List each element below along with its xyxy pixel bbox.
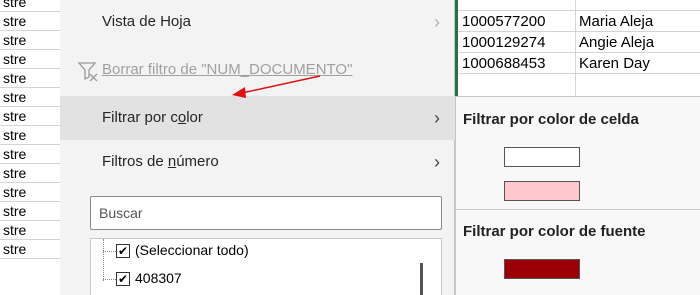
menu-item-clear-filter[interactable]: Borrar filtro de "NUM_DOCUMENTO" bbox=[60, 48, 455, 92]
chevron-right-icon: › bbox=[434, 12, 440, 32]
cell[interactable]: stre bbox=[0, 88, 60, 107]
menu-item-label: Borrar filtro de "NUM_DOCUMENTO" bbox=[102, 61, 353, 78]
cell-num-documento[interactable]: 1000688453 bbox=[458, 53, 575, 74]
cell[interactable]: stre bbox=[0, 240, 60, 259]
cell-nombre[interactable]: Maria Aleja bbox=[575, 11, 700, 32]
scrollbar-thumb[interactable] bbox=[420, 263, 423, 295]
chevron-right-icon: › bbox=[434, 152, 440, 172]
cell[interactable]: stre bbox=[0, 221, 60, 240]
cell[interactable]: stre bbox=[0, 202, 60, 221]
cell-nombre[interactable]: Karen Day bbox=[575, 53, 700, 74]
left-column: stre stre stre stre stre stre stre stre … bbox=[0, 0, 60, 295]
font-color-heading: Filtrar por color de fuente bbox=[463, 223, 646, 240]
divider bbox=[456, 209, 700, 210]
data-grid: 1000577200 Maria Aleja 1000129274 Angie … bbox=[455, 0, 700, 96]
cell-color-heading: Filtrar por color de celda bbox=[463, 111, 639, 128]
chevron-right-icon: › bbox=[434, 108, 440, 128]
font-color-swatch-dark-red[interactable] bbox=[504, 259, 580, 279]
cell-num-documento[interactable]: 1000129274 bbox=[458, 32, 575, 53]
cell-color-swatch-white[interactable] bbox=[504, 147, 580, 167]
search-input[interactable]: Buscar bbox=[90, 196, 442, 230]
cell-color-swatch-pink[interactable] bbox=[504, 181, 580, 201]
tree-connector bbox=[103, 251, 116, 252]
cell[interactable]: stre bbox=[0, 107, 60, 126]
filter-menu: Vista de Hoja › Borrar filtro de "NUM_DO… bbox=[60, 0, 455, 295]
tree-connector bbox=[103, 239, 104, 281]
cell[interactable]: stre bbox=[0, 50, 60, 69]
cell[interactable]: stre bbox=[0, 164, 60, 183]
cell[interactable]: stre bbox=[0, 145, 60, 164]
cell[interactable]: stre bbox=[0, 12, 60, 31]
cell[interactable]: stre bbox=[0, 183, 60, 202]
filter-by-color-submenu: Filtrar por color de celda Filtrar por c… bbox=[455, 96, 700, 295]
cell[interactable]: stre bbox=[0, 126, 60, 145]
cell[interactable]: stre bbox=[0, 0, 60, 12]
menu-item-label: Filtros de número bbox=[102, 153, 219, 170]
menu-item-label: Filtrar por color bbox=[102, 109, 203, 126]
value-checkbox[interactable]: ✔ bbox=[116, 272, 130, 286]
list-item-label: (Seleccionar todo) bbox=[135, 242, 249, 258]
menu-item-number-filters[interactable]: Filtros de número › bbox=[60, 140, 455, 184]
cell[interactable]: stre bbox=[0, 69, 60, 88]
clear-filter-icon bbox=[77, 62, 98, 82]
cell-nombre[interactable]: Angie Aleja bbox=[575, 32, 700, 53]
cell[interactable]: stre bbox=[0, 31, 60, 50]
menu-item-sheet-view[interactable]: Vista de Hoja › bbox=[60, 0, 455, 44]
cell[interactable] bbox=[575, 0, 700, 11]
cell-num-documento[interactable]: 1000577200 bbox=[458, 11, 575, 32]
filter-value-list[interactable]: ✔ (Seleccionar todo) ✔ 408307 bbox=[90, 238, 442, 295]
cell[interactable] bbox=[458, 0, 575, 11]
list-item-label: 408307 bbox=[135, 270, 182, 286]
tree-connector bbox=[103, 279, 116, 280]
menu-item-filter-by-color[interactable]: Filtrar por color › bbox=[60, 96, 455, 140]
select-all-checkbox[interactable]: ✔ bbox=[116, 244, 130, 258]
menu-item-label: Vista de Hoja bbox=[102, 13, 191, 30]
